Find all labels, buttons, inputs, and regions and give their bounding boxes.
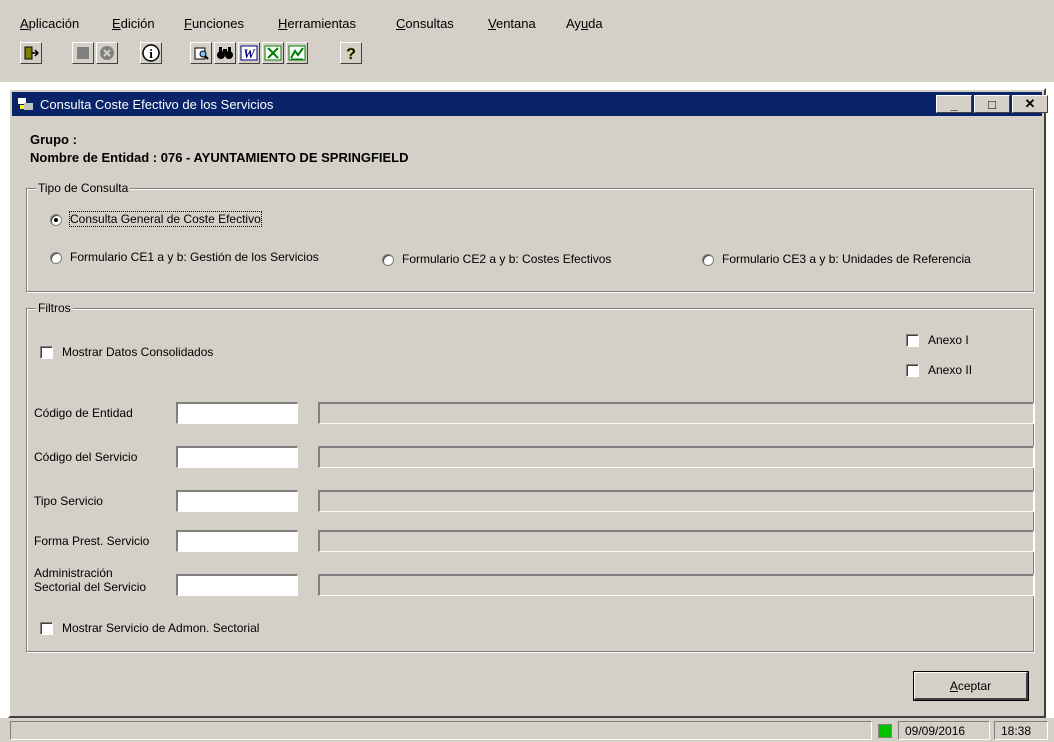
menu-ventana[interactable]: Ventana bbox=[488, 16, 536, 31]
excel-icon[interactable] bbox=[262, 42, 284, 64]
close-button[interactable]: ✕ bbox=[1012, 95, 1048, 113]
codigo-servicio-input[interactable] bbox=[176, 446, 298, 468]
admin-sectorial-label-line1: Administración bbox=[34, 566, 113, 580]
mostrar-admon-checkbox[interactable] bbox=[40, 622, 53, 635]
radio-consulta-general[interactable] bbox=[50, 214, 62, 226]
find-icon[interactable] bbox=[214, 42, 236, 64]
tipo-servicio-description bbox=[318, 490, 1034, 512]
entidad-label: Nombre de Entidad : 076 - AYUNTAMIENTO D… bbox=[30, 150, 409, 165]
aceptar-button[interactable]: Aceptar bbox=[913, 671, 1029, 701]
menu-bar: Aplicación Edición Funciones Herramienta… bbox=[0, 0, 1054, 34]
help-glyph: ? bbox=[346, 46, 356, 62]
forma-prest-servicio-description bbox=[318, 530, 1034, 552]
admin-sectorial-description bbox=[318, 574, 1034, 596]
status-time: 18:38 bbox=[994, 721, 1048, 740]
svg-text:W: W bbox=[243, 46, 256, 61]
radio-formulario-ce1-label[interactable]: Formulario CE1 a y b: Gestión de los Ser… bbox=[70, 250, 319, 264]
tipo-servicio-label: Tipo Servicio bbox=[34, 494, 103, 508]
admin-sectorial-label-line2: Sectorial del Servicio bbox=[34, 580, 147, 594]
info-icon[interactable]: i bbox=[140, 42, 162, 64]
radio-consulta-general-label[interactable]: Consulta General de Coste Efectivo bbox=[69, 211, 262, 227]
menu-edicion[interactable]: Edición bbox=[112, 16, 155, 31]
print-preview-icon[interactable] bbox=[190, 42, 212, 64]
status-indicator bbox=[878, 724, 892, 738]
minimize-button[interactable]: _ bbox=[936, 95, 972, 113]
cancel-icon[interactable] bbox=[96, 42, 118, 64]
status-message-panel bbox=[10, 721, 872, 740]
menu-funciones[interactable]: Funciones bbox=[184, 16, 244, 31]
radio-formulario-ce3-label[interactable]: Formulario CE3 a y b: Unidades de Refere… bbox=[722, 252, 971, 266]
admin-sectorial-input[interactable] bbox=[176, 574, 298, 596]
anexo2-label: Anexo II bbox=[928, 363, 973, 377]
maximize-button[interactable]: □ bbox=[974, 95, 1010, 113]
stop-icon[interactable] bbox=[72, 42, 94, 64]
exit-icon[interactable] bbox=[20, 42, 42, 64]
anexo1-label: Anexo I bbox=[928, 333, 969, 347]
grupo-label: Grupo : bbox=[30, 132, 77, 147]
consulta-window: Consulta Coste Efectivo de los Servicios… bbox=[8, 88, 1048, 718]
tipo-consulta-legend: Tipo de Consulta bbox=[36, 181, 131, 195]
menu-consultas[interactable]: Consultas bbox=[396, 16, 454, 31]
tipo-consulta-group bbox=[26, 188, 1034, 292]
filtros-group bbox=[26, 308, 1034, 652]
menu-aplicacion[interactable]: Aplicación bbox=[20, 16, 79, 31]
codigo-servicio-description bbox=[318, 446, 1034, 468]
status-date: 09/09/2016 bbox=[898, 721, 990, 740]
codigo-entidad-description bbox=[318, 402, 1034, 424]
radio-formulario-ce2-label[interactable]: Formulario CE2 a y b: Costes Efectivos bbox=[402, 252, 611, 266]
menu-herramientas[interactable]: Herramientas bbox=[278, 16, 356, 31]
window-app-icon bbox=[17, 96, 35, 115]
chart-icon[interactable] bbox=[286, 42, 308, 64]
help-icon[interactable]: ? bbox=[340, 42, 362, 64]
codigo-entidad-label: Código de Entidad bbox=[34, 406, 133, 420]
filtros-legend: Filtros bbox=[36, 301, 73, 315]
radio-formulario-ce2[interactable] bbox=[382, 254, 394, 266]
status-bar: 09/09/2016 18:38 bbox=[0, 718, 1054, 742]
toolbar: i W ? bbox=[0, 34, 1054, 82]
window-titlebar[interactable]: Consulta Coste Efectivo de los Servicios… bbox=[12, 92, 1048, 116]
anexo1-checkbox[interactable] bbox=[906, 334, 919, 347]
mostrar-consolidados-label: Mostrar Datos Consolidados bbox=[62, 345, 214, 359]
menu-ayuda[interactable]: Ayuda bbox=[566, 16, 603, 31]
tipo-servicio-input[interactable] bbox=[176, 490, 298, 512]
window-title: Consulta Coste Efectivo de los Servicios bbox=[40, 97, 274, 112]
radio-formulario-ce3[interactable] bbox=[702, 254, 714, 266]
word-icon[interactable]: W bbox=[238, 42, 260, 64]
codigo-servicio-label: Código del Servicio bbox=[34, 450, 138, 464]
info-glyph: i bbox=[149, 46, 153, 61]
codigo-entidad-input[interactable] bbox=[176, 402, 298, 424]
mostrar-admon-label: Mostrar Servicio de Admon. Sectorial bbox=[62, 621, 260, 635]
anexo2-checkbox[interactable] bbox=[906, 364, 919, 377]
forma-prest-servicio-input[interactable] bbox=[176, 530, 298, 552]
radio-formulario-ce1[interactable] bbox=[50, 252, 62, 264]
mostrar-consolidados-checkbox[interactable] bbox=[40, 346, 53, 359]
forma-prest-servicio-label: Forma Prest. Servicio bbox=[34, 534, 150, 548]
